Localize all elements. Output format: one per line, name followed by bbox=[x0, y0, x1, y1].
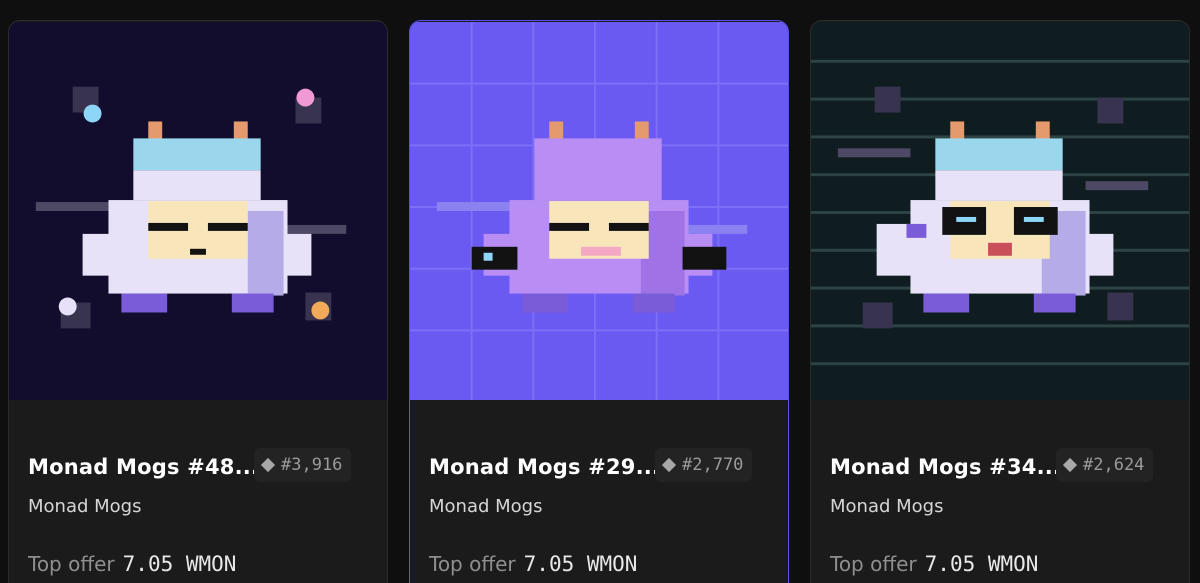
top-offer-label: Top offer bbox=[429, 552, 516, 576]
top-offer-value: 7.05 WMON bbox=[122, 552, 237, 576]
rarity-rank-value: #3,916 bbox=[281, 455, 343, 475]
diamond-icon bbox=[661, 457, 677, 473]
nft-artwork-starfield bbox=[9, 22, 387, 400]
top-offer-value: 7.05 WMON bbox=[523, 552, 638, 576]
top-offer-label: Top offer bbox=[28, 552, 115, 576]
nft-card-grid: Monad Mogs #48... #3,916 Monad Mogs Top … bbox=[0, 0, 1200, 583]
diamond-icon bbox=[260, 457, 276, 473]
collection-name[interactable]: Monad Mogs bbox=[429, 496, 542, 517]
collection-name[interactable]: Monad Mogs bbox=[28, 496, 141, 517]
rarity-rank-badge: #2,624 bbox=[1056, 448, 1154, 482]
rarity-rank-value: #2,624 bbox=[1083, 455, 1145, 475]
nft-artwork-scanlines bbox=[811, 22, 1189, 400]
nft-card[interactable]: Monad Mogs #34... #2,624 Monad Mogs Top … bbox=[810, 20, 1190, 583]
rarity-rank-badge: #3,916 bbox=[254, 448, 352, 482]
nft-image[interactable] bbox=[811, 21, 1189, 401]
nft-card-info: Monad Mogs #29... #2,770 Monad Mogs Top … bbox=[410, 401, 788, 583]
top-offer: Top offer 7.05 WMON bbox=[830, 552, 1038, 576]
nft-card[interactable]: Monad Mogs #29... #2,770 Monad Mogs Top … bbox=[409, 20, 789, 583]
top-offer: Top offer 7.05 WMON bbox=[28, 552, 236, 576]
nft-card-info: Monad Mogs #48... #3,916 Monad Mogs Top … bbox=[9, 401, 387, 583]
nft-image[interactable] bbox=[9, 21, 387, 401]
nft-artwork-purple-grid bbox=[410, 22, 788, 400]
collection-name[interactable]: Monad Mogs bbox=[830, 496, 943, 517]
top-offer-value: 7.05 WMON bbox=[924, 552, 1039, 576]
top-offer: Top offer 7.05 WMON bbox=[429, 552, 637, 576]
rarity-rank-badge: #2,770 bbox=[655, 448, 753, 482]
nft-title[interactable]: Monad Mogs #29... bbox=[429, 455, 660, 479]
top-offer-label: Top offer bbox=[830, 552, 917, 576]
rarity-rank-value: #2,770 bbox=[682, 455, 744, 475]
nft-title[interactable]: Monad Mogs #34... bbox=[830, 455, 1061, 479]
nft-image[interactable] bbox=[410, 21, 788, 401]
nft-card[interactable]: Monad Mogs #48... #3,916 Monad Mogs Top … bbox=[8, 20, 388, 583]
diamond-icon bbox=[1062, 457, 1078, 473]
nft-card-info: Monad Mogs #34... #2,624 Monad Mogs Top … bbox=[811, 401, 1189, 583]
nft-title[interactable]: Monad Mogs #48... bbox=[28, 455, 259, 479]
